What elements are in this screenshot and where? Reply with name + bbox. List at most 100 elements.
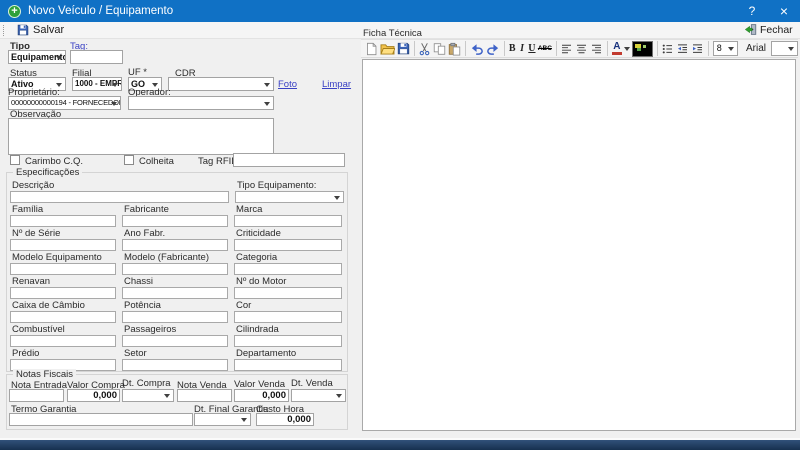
dt-final-garantia-select[interactable] xyxy=(194,413,251,426)
nota-entrada-input[interactable] xyxy=(9,389,64,402)
categoria-input[interactable] xyxy=(234,263,342,275)
indent-icon xyxy=(691,43,704,55)
help-button[interactable]: ? xyxy=(736,0,768,22)
dropdown-arrow-icon xyxy=(264,83,270,87)
italic-button[interactable]: I xyxy=(518,41,526,57)
font-color-button[interactable]: A xyxy=(612,41,630,57)
cilindrada-label: Cilindrada xyxy=(234,324,342,335)
redo-arrow-icon xyxy=(486,43,500,55)
italic-icon: I xyxy=(520,43,524,54)
colheita-checkbox[interactable] xyxy=(124,155,134,165)
ano-fabr-input[interactable] xyxy=(122,239,228,251)
combustivel-input[interactable] xyxy=(10,335,116,347)
exit-door-icon xyxy=(744,23,757,36)
indent-button[interactable] xyxy=(691,41,704,57)
bold-button[interactable]: B xyxy=(508,41,516,57)
setor-input[interactable] xyxy=(122,359,228,371)
cdr-select[interactable] xyxy=(168,77,274,91)
tipo-equipamento-select[interactable] xyxy=(235,191,344,203)
modelo-equipamento-input[interactable] xyxy=(10,263,116,275)
scissors-icon xyxy=(418,42,431,56)
tipo-select[interactable]: Equipamento xyxy=(8,50,66,64)
potencia-input[interactable] xyxy=(122,311,228,323)
limpar-link[interactable]: Limpar xyxy=(322,79,351,90)
titlebar-buttons: ? × xyxy=(736,0,800,22)
outdent-button[interactable] xyxy=(676,41,689,57)
valor-compra-input[interactable]: 0,000 xyxy=(67,389,120,402)
dt-compra-label: Dt. Compra xyxy=(122,378,171,389)
underline-icon: U xyxy=(528,43,535,54)
filial-select[interactable]: 1000 - EMPRI xyxy=(72,77,122,91)
especificacoes-grid: Família Fabricante Marca Nº de Série Ano… xyxy=(10,204,342,372)
open-button[interactable] xyxy=(380,41,395,57)
foto-link[interactable]: Foto xyxy=(278,79,297,90)
font-name-select[interactable] xyxy=(771,41,798,56)
new-document-button[interactable] xyxy=(365,41,378,57)
marca-input[interactable] xyxy=(234,215,342,227)
departamento-label: Departamento xyxy=(234,348,342,359)
chassi-input[interactable] xyxy=(122,287,228,299)
termo-garantia-input[interactable] xyxy=(9,413,193,426)
underline-button[interactable]: U xyxy=(528,41,536,57)
modelo-fabricante-input[interactable] xyxy=(122,263,228,275)
editor-save-button[interactable] xyxy=(397,41,410,57)
close-button[interactable]: × xyxy=(768,0,800,22)
renavan-input[interactable] xyxy=(10,287,116,299)
nota-venda-input[interactable] xyxy=(177,389,232,402)
familia-input[interactable] xyxy=(10,215,116,227)
combustivel-label: Combustível xyxy=(10,324,116,335)
paste-button[interactable] xyxy=(448,41,461,57)
renavan-label: Renavan xyxy=(10,276,116,287)
numero-motor-input[interactable] xyxy=(234,287,342,299)
dropdown-arrow-icon xyxy=(788,47,794,51)
cor-input[interactable] xyxy=(234,311,342,323)
save-label: Salvar xyxy=(33,24,64,36)
bold-icon: B xyxy=(509,43,516,54)
numero-serie-input[interactable] xyxy=(10,239,116,251)
caixa-cambio-input[interactable] xyxy=(10,311,116,323)
passageiros-input[interactable] xyxy=(122,335,228,347)
cilindrada-input[interactable] xyxy=(234,335,342,347)
familia-label: Família xyxy=(10,204,116,215)
font-size-select[interactable]: 8 xyxy=(713,41,738,56)
ficha-tecnica-editor[interactable] xyxy=(362,59,796,431)
application-window: + Novo Veículo / Equipamento ? × Salvar … xyxy=(0,0,800,450)
departamento-input[interactable] xyxy=(234,359,342,371)
descricao-input[interactable] xyxy=(10,191,229,203)
dt-compra-select[interactable] xyxy=(122,389,174,402)
redo-button[interactable] xyxy=(486,41,500,57)
dropdown-arrow-icon xyxy=(334,196,340,200)
modelo-equipamento-label: Modelo Equipamento xyxy=(10,252,116,263)
dropdown-arrow-icon xyxy=(56,56,62,60)
dropdown-arrow-icon xyxy=(336,394,342,398)
align-center-button[interactable] xyxy=(575,41,588,57)
carimbo-checkbox[interactable] xyxy=(10,155,20,165)
copy-button[interactable] xyxy=(433,41,446,57)
align-right-button[interactable] xyxy=(590,41,603,57)
align-left-button[interactable] xyxy=(560,41,573,57)
strikethrough-button[interactable]: ABC xyxy=(538,41,552,57)
custo-hora-input[interactable]: 0,000 xyxy=(256,413,314,426)
operador-select[interactable] xyxy=(128,96,274,110)
proprietario-select[interactable]: 00000000000194 - FORNECEDOR . xyxy=(8,96,121,110)
toolbar-grip xyxy=(3,25,6,36)
bullet-list-button[interactable] xyxy=(661,41,674,57)
tag-rfid-input[interactable] xyxy=(233,153,345,167)
dropdown-arrow-icon xyxy=(111,102,117,106)
cut-button[interactable] xyxy=(418,41,431,57)
observacao-textarea[interactable] xyxy=(8,118,274,155)
copy-icon xyxy=(433,42,446,56)
dt-venda-select[interactable] xyxy=(291,389,346,402)
highlight-button[interactable] xyxy=(632,41,653,57)
font-color-bar xyxy=(612,52,622,55)
save-icon xyxy=(17,24,29,36)
passageiros-label: Passageiros xyxy=(122,324,228,335)
fabricante-input[interactable] xyxy=(122,215,228,227)
notas-fiscais-group: Notas Fiscais Nota Entrada Valor Compra … xyxy=(6,374,348,430)
criticidade-input[interactable] xyxy=(234,239,342,251)
fechar-button[interactable]: Fechar xyxy=(744,23,793,36)
valor-venda-input[interactable]: 0,000 xyxy=(234,389,289,402)
undo-button[interactable] xyxy=(470,41,484,57)
tag-input[interactable] xyxy=(70,50,123,64)
save-button[interactable]: Salvar xyxy=(11,24,70,36)
